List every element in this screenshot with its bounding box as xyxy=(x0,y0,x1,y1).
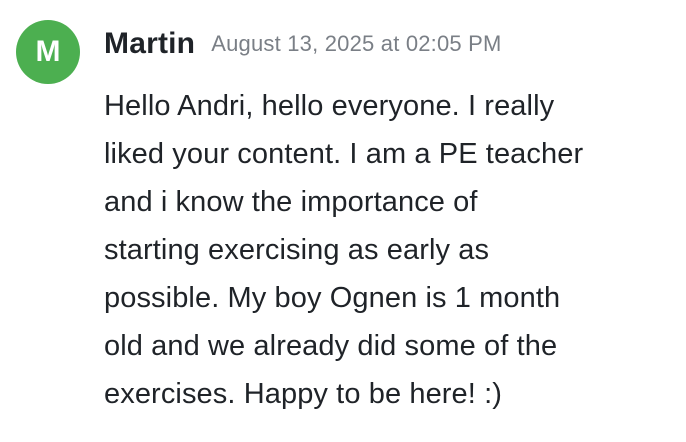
avatar[interactable]: M xyxy=(16,20,80,84)
comment-body-line: and i know the importance of xyxy=(104,186,478,218)
comment-body-line: Hello Andri, hello everyone. I really xyxy=(104,90,555,122)
comment-body-line: old and we already did some of the xyxy=(104,330,558,362)
comment-timestamp[interactable]: August 13, 2025 at 02:05 PM xyxy=(211,33,501,55)
comment-body-line: starting exercising as early as xyxy=(104,234,490,266)
comment-body-line: liked your content. I am a PE teacher xyxy=(104,138,584,170)
avatar-initial: M xyxy=(35,35,61,68)
comment-body: Hello Andri, hello everyone. I really li… xyxy=(104,82,674,418)
comment-header: Martin August 13, 2025 at 02:05 PM xyxy=(104,20,502,68)
author-name[interactable]: Martin xyxy=(104,29,195,59)
comment-body-line: exercises. Happy to be here! :) xyxy=(104,378,503,410)
comment-card: M Martin August 13, 2025 at 02:05 PM Hel… xyxy=(0,0,686,442)
comment-body-line: possible. My boy Ognen is 1 month xyxy=(104,282,561,314)
